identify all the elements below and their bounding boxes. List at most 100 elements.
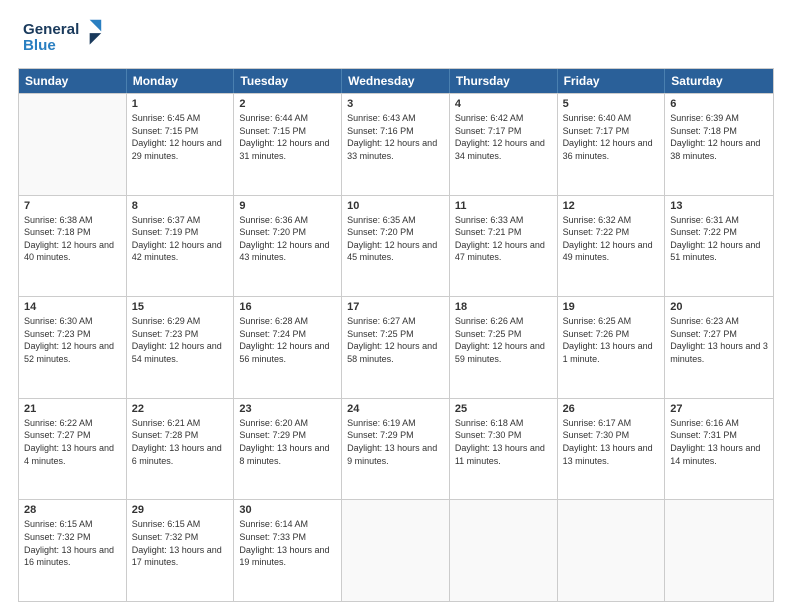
- day-info: Sunrise: 6:25 AMSunset: 7:26 PMDaylight:…: [563, 315, 660, 365]
- header-day-monday: Monday: [127, 69, 235, 93]
- calendar-week-4: 21 Sunrise: 6:22 AMSunset: 7:27 PMDayligh…: [19, 398, 773, 500]
- logo-icon: GeneralBlue: [18, 18, 108, 58]
- day-info: Sunrise: 6:26 AMSunset: 7:25 PMDaylight:…: [455, 315, 552, 365]
- day-number: 16: [239, 301, 336, 313]
- day-cell-17: 17 Sunrise: 6:27 AMSunset: 7:25 PMDayligh…: [342, 297, 450, 398]
- day-info: Sunrise: 6:43 AMSunset: 7:16 PMDaylight:…: [347, 112, 444, 162]
- day-cell-13: 13 Sunrise: 6:31 AMSunset: 7:22 PMDayligh…: [665, 196, 773, 297]
- day-info: Sunrise: 6:35 AMSunset: 7:20 PMDaylight:…: [347, 214, 444, 264]
- day-cell-28: 28 Sunrise: 6:15 AMSunset: 7:32 PMDayligh…: [19, 500, 127, 601]
- day-info: Sunrise: 6:14 AMSunset: 7:33 PMDaylight:…: [239, 518, 336, 568]
- calendar-week-3: 14Sunrise: 6:30 AMSunset: 7:23 PMDayligh…: [19, 296, 773, 398]
- logo: GeneralBlue: [18, 18, 110, 58]
- day-info: Sunrise: 6:18 AMSunset: 7:30 PMDaylight:…: [455, 417, 552, 467]
- day-cell-3: 3Sunrise: 6:43 AMSunset: 7:16 PMDaylight…: [342, 94, 450, 195]
- day-info: Sunrise: 6:38 AMSunset: 7:18 PMDaylight:…: [24, 214, 121, 264]
- day-cell-12: 12 Sunrise: 6:32 AMSunset: 7:22 PMDayligh…: [558, 196, 666, 297]
- day-cell-5: 5 Sunrise: 6:40 AMSunset: 7:17 PMDaylight…: [558, 94, 666, 195]
- header-day-sunday: Sunday: [19, 69, 127, 93]
- day-info: Sunrise: 6:31 AMSunset: 7:22 PMDaylight:…: [670, 214, 768, 264]
- day-info: Sunrise: 6:37 AMSunset: 7:19 PMDaylight:…: [132, 214, 229, 264]
- day-info: Sunrise: 6:22 AMSunset: 7:27 PMDaylight:…: [24, 417, 121, 467]
- day-cell-9: 9 Sunrise: 6:36 AMSunset: 7:20 PMDaylight…: [234, 196, 342, 297]
- day-number: 27: [670, 403, 768, 415]
- day-cell-23: 23 Sunrise: 6:20 AMSunset: 7:29 PMDayligh…: [234, 399, 342, 500]
- day-number: 4: [455, 98, 552, 110]
- day-cell-19: 19 Sunrise: 6:25 AMSunset: 7:26 PMDayligh…: [558, 297, 666, 398]
- day-number: 19: [563, 301, 660, 313]
- day-number: 8: [132, 200, 229, 212]
- header-day-friday: Friday: [558, 69, 666, 93]
- day-info: Sunrise: 6:45 AMSunset: 7:15 PMDaylight:…: [132, 112, 229, 162]
- day-cell-20: 20Sunrise: 6:23 AMSunset: 7:27 PMDayligh…: [665, 297, 773, 398]
- day-info: Sunrise: 6:42 AMSunset: 7:17 PMDaylight:…: [455, 112, 552, 162]
- page: GeneralBlue SundayMondayTuesdayWednesday…: [0, 0, 792, 612]
- day-number: 10: [347, 200, 444, 212]
- day-info: Sunrise: 6:29 AMSunset: 7:23 PMDaylight:…: [132, 315, 229, 365]
- day-info: Sunrise: 6:15 AMSunset: 7:32 PMDaylight:…: [24, 518, 121, 568]
- day-number: 23: [239, 403, 336, 415]
- day-number: 7: [24, 200, 121, 212]
- day-number: 13: [670, 200, 768, 212]
- day-number: 17: [347, 301, 444, 313]
- day-cell-18: 18Sunrise: 6:26 AMSunset: 7:25 PMDayligh…: [450, 297, 558, 398]
- calendar-week-1: 1 Sunrise: 6:45 AMSunset: 7:15 PMDaylight…: [19, 93, 773, 195]
- day-info: Sunrise: 6:40 AMSunset: 7:17 PMDaylight:…: [563, 112, 660, 162]
- day-cell-1: 1 Sunrise: 6:45 AMSunset: 7:15 PMDaylight…: [127, 94, 235, 195]
- day-info: Sunrise: 6:36 AMSunset: 7:20 PMDaylight:…: [239, 214, 336, 264]
- calendar: SundayMondayTuesdayWednesdayThursdayFrid…: [18, 68, 774, 602]
- day-info: Sunrise: 6:19 AMSunset: 7:29 PMDaylight:…: [347, 417, 444, 467]
- day-number: 26: [563, 403, 660, 415]
- day-number: 22: [132, 403, 229, 415]
- day-number: 12: [563, 200, 660, 212]
- empty-cell: [19, 94, 127, 195]
- empty-cell: [665, 500, 773, 601]
- day-info: Sunrise: 6:32 AMSunset: 7:22 PMDaylight:…: [563, 214, 660, 264]
- calendar-week-2: 7 Sunrise: 6:38 AMSunset: 7:18 PMDaylight…: [19, 195, 773, 297]
- day-number: 30: [239, 504, 336, 516]
- day-number: 24: [347, 403, 444, 415]
- day-cell-15: 15 Sunrise: 6:29 AMSunset: 7:23 PMDayligh…: [127, 297, 235, 398]
- day-info: Sunrise: 6:17 AMSunset: 7:30 PMDaylight:…: [563, 417, 660, 467]
- day-number: 29: [132, 504, 229, 516]
- header-day-thursday: Thursday: [450, 69, 558, 93]
- day-number: 9: [239, 200, 336, 212]
- day-info: Sunrise: 6:15 AMSunset: 7:32 PMDaylight:…: [132, 518, 229, 568]
- header-day-wednesday: Wednesday: [342, 69, 450, 93]
- day-number: 28: [24, 504, 121, 516]
- day-info: Sunrise: 6:16 AMSunset: 7:31 PMDaylight:…: [670, 417, 768, 467]
- day-info: Sunrise: 6:33 AMSunset: 7:21 PMDaylight:…: [455, 214, 552, 264]
- day-cell-2: 2Sunrise: 6:44 AMSunset: 7:15 PMDaylight…: [234, 94, 342, 195]
- day-cell-30: 30 Sunrise: 6:14 AMSunset: 7:33 PMDayligh…: [234, 500, 342, 601]
- day-info: Sunrise: 6:20 AMSunset: 7:29 PMDaylight:…: [239, 417, 336, 467]
- day-number: 1: [132, 98, 229, 110]
- day-cell-29: 29 Sunrise: 6:15 AMSunset: 7:32 PMDayligh…: [127, 500, 235, 601]
- svg-text:Blue: Blue: [23, 37, 56, 54]
- day-info: Sunrise: 6:23 AMSunset: 7:27 PMDaylight:…: [670, 315, 768, 365]
- day-number: 25: [455, 403, 552, 415]
- day-cell-27: 27 Sunrise: 6:16 AMSunset: 7:31 PMDayligh…: [665, 399, 773, 500]
- day-number: 21: [24, 403, 121, 415]
- calendar-header-row: SundayMondayTuesdayWednesdayThursdayFrid…: [19, 69, 773, 93]
- day-info: Sunrise: 6:21 AMSunset: 7:28 PMDaylight:…: [132, 417, 229, 467]
- day-info: Sunrise: 6:28 AMSunset: 7:24 PMDaylight:…: [239, 315, 336, 365]
- day-cell-4: 4 Sunrise: 6:42 AMSunset: 7:17 PMDaylight…: [450, 94, 558, 195]
- svg-text:General: General: [23, 21, 79, 38]
- day-info: Sunrise: 6:27 AMSunset: 7:25 PMDaylight:…: [347, 315, 444, 365]
- day-number: 5: [563, 98, 660, 110]
- day-cell-7: 7 Sunrise: 6:38 AMSunset: 7:18 PMDaylight…: [19, 196, 127, 297]
- day-cell-6: 6Sunrise: 6:39 AMSunset: 7:18 PMDaylight…: [665, 94, 773, 195]
- day-info: Sunrise: 6:44 AMSunset: 7:15 PMDaylight:…: [239, 112, 336, 162]
- empty-cell: [342, 500, 450, 601]
- empty-cell: [558, 500, 666, 601]
- day-cell-21: 21 Sunrise: 6:22 AMSunset: 7:27 PMDayligh…: [19, 399, 127, 500]
- day-number: 6: [670, 98, 768, 110]
- day-number: 14: [24, 301, 121, 313]
- calendar-week-5: 28 Sunrise: 6:15 AMSunset: 7:32 PMDayligh…: [19, 499, 773, 601]
- day-cell-22: 22 Sunrise: 6:21 AMSunset: 7:28 PMDayligh…: [127, 399, 235, 500]
- day-number: 15: [132, 301, 229, 313]
- day-cell-11: 11 Sunrise: 6:33 AMSunset: 7:21 PMDayligh…: [450, 196, 558, 297]
- day-cell-10: 10 Sunrise: 6:35 AMSunset: 7:20 PMDayligh…: [342, 196, 450, 297]
- header-day-tuesday: Tuesday: [234, 69, 342, 93]
- day-number: 11: [455, 200, 552, 212]
